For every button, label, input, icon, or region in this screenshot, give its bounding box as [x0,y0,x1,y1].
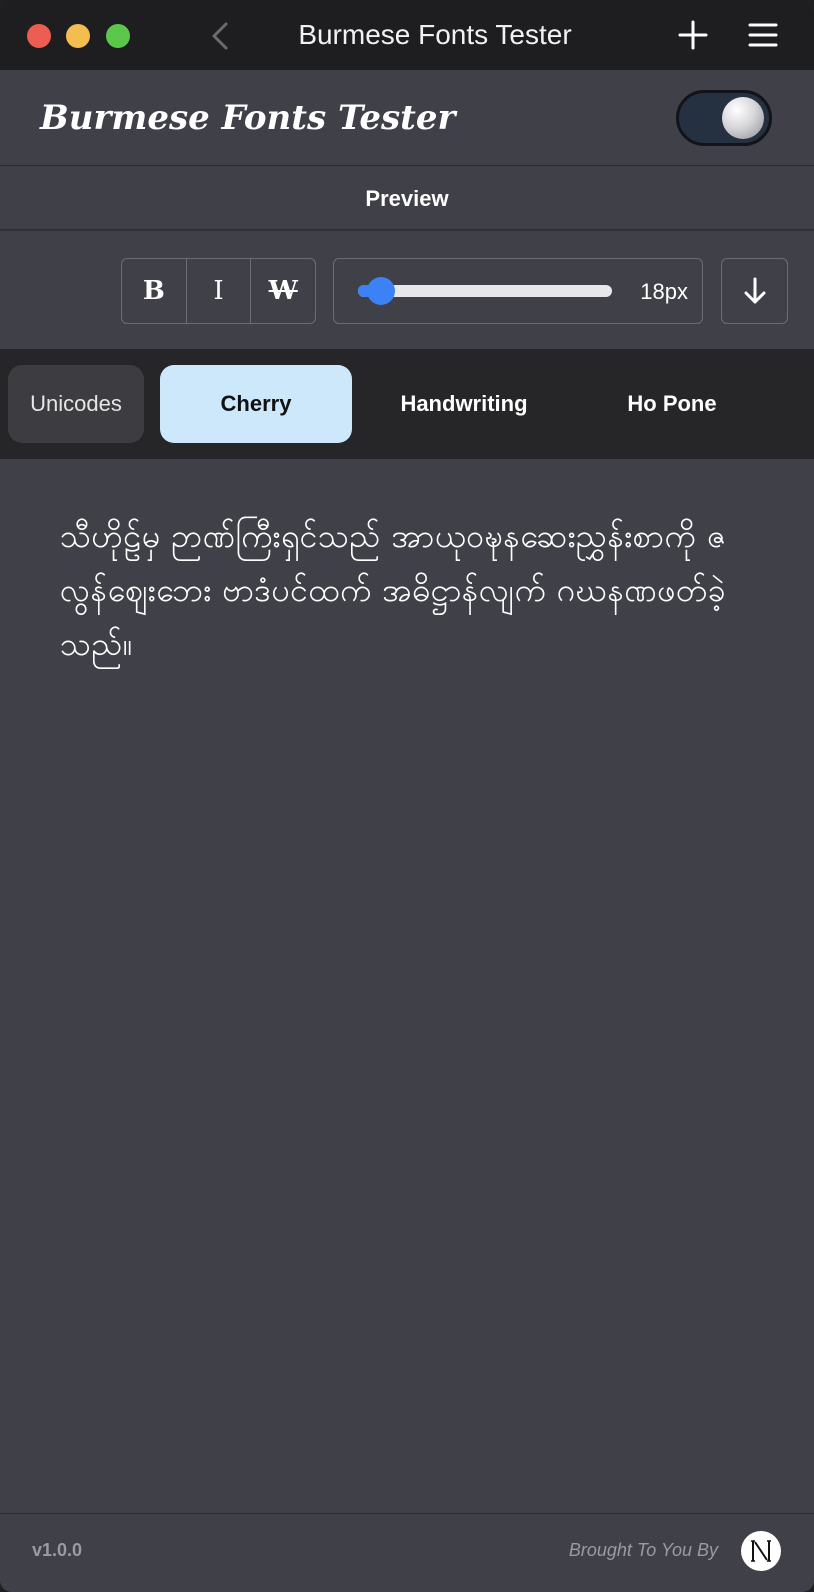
sample-text[interactable]: သီဟိုဠ်မှ ဉာဏ်ကြီးရှင်သည် အာယုဝဍ္ဎနဆေးညွ… [60,509,760,671]
hamburger-menu-icon[interactable] [748,20,778,50]
font-tabs: Unicodes Cherry Handwriting Ho Pone [0,349,814,459]
toggle-knob [722,97,764,139]
n-logo-icon[interactable]: N [741,1531,781,1571]
format-button-group: B I W [121,258,316,324]
slider-thumb[interactable] [366,277,395,305]
bold-button[interactable]: B [122,259,187,323]
arrow-down-icon [744,277,765,304]
tab-cherry[interactable]: Cherry [160,365,352,443]
window-title: Burmese Fonts Tester [298,19,572,50]
plus-icon[interactable] [676,18,710,52]
footer: v1.0.0 Brought To You By N [0,1513,814,1592]
preview-bar: Preview [0,166,814,230]
app-window: Burmese Fonts Tester Burmese Fonts Teste… [0,0,814,1592]
minimize-window-button[interactable] [66,24,90,48]
italic-button[interactable]: I [187,259,252,323]
close-window-button[interactable] [27,24,51,48]
download-button[interactable] [721,258,788,324]
version-label: v1.0.0 [32,1540,83,1560]
font-size-control: 18px [333,258,703,324]
formatting-toolbar: B I W 18px [0,231,814,349]
credit-text: Brought To You By [568,1540,718,1560]
zoom-window-button[interactable] [106,24,130,48]
tab-handwriting[interactable]: Handwriting [368,365,560,443]
back-icon[interactable] [208,20,232,52]
preview-label: Preview [365,186,449,211]
app-title: Burmese Fonts Tester [40,98,456,138]
app-header: Burmese Fonts Tester [0,70,814,166]
theme-toggle[interactable] [676,90,772,146]
tab-unicodes[interactable]: Unicodes [8,365,144,443]
strikethrough-button[interactable]: W [251,259,315,323]
preview-area: သီဟိုဠ်မှ ဉာဏ်ကြီးရှင်သည် အာယုဝဍ္ဎနဆေးညွ… [0,459,814,1513]
font-size-value: 18px [640,279,688,304]
tab-ho-pone[interactable]: Ho Pone [576,365,768,443]
font-size-slider[interactable] [358,277,612,305]
title-bar: Burmese Fonts Tester [0,0,814,70]
